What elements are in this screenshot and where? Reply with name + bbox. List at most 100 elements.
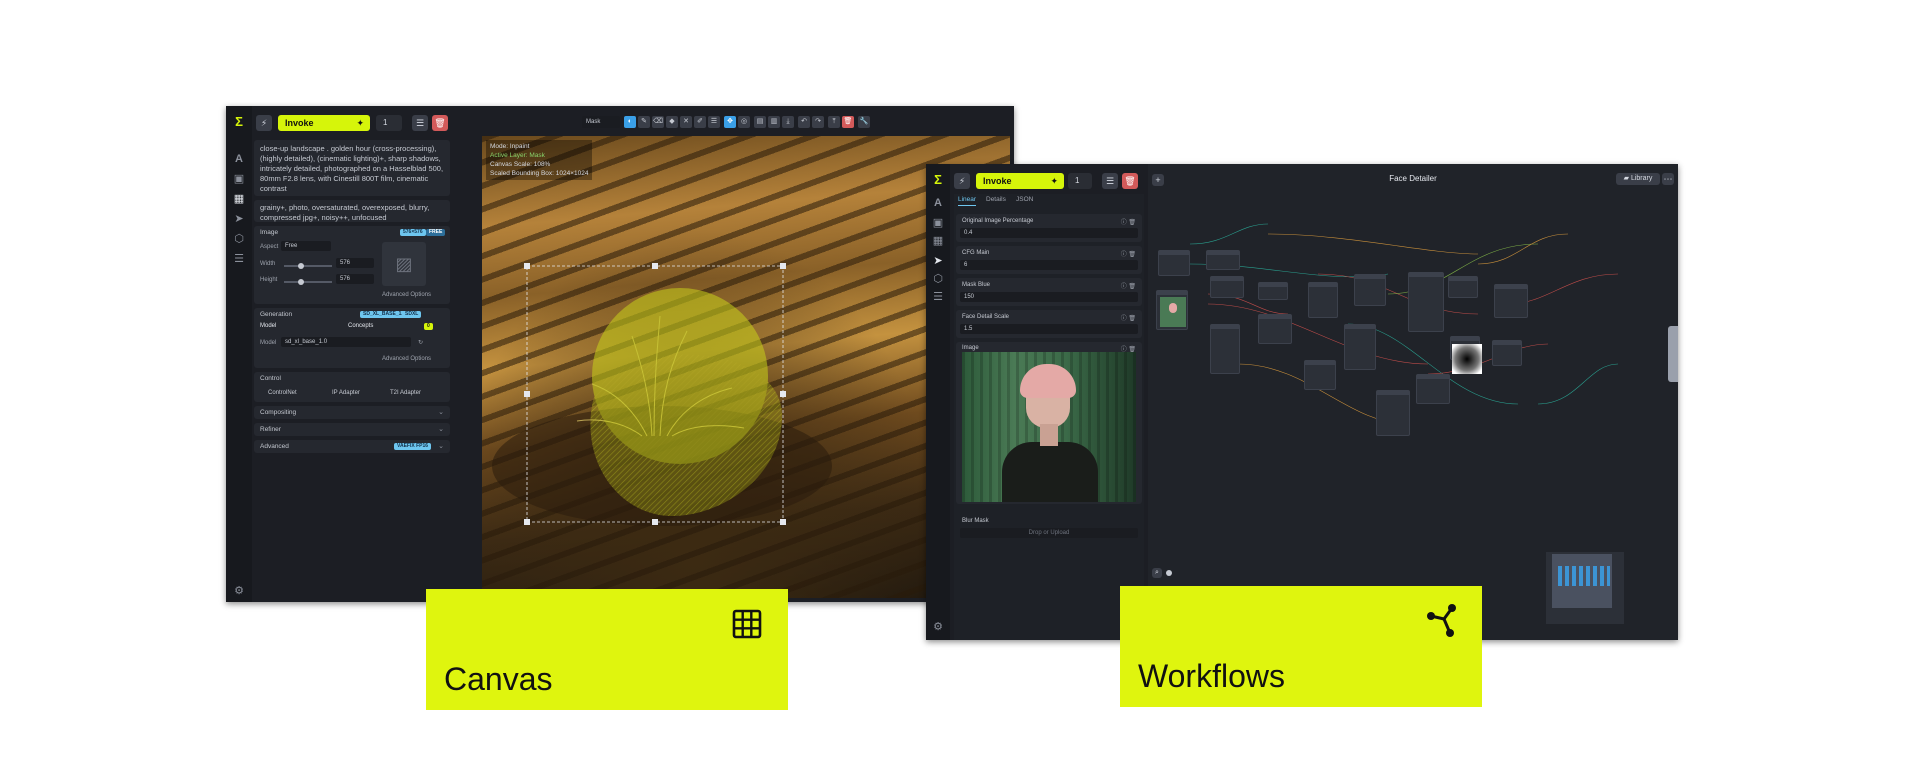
- field-input[interactable]: 0.4: [960, 228, 1138, 238]
- portrait-image[interactable]: [962, 352, 1136, 502]
- node[interactable]: [1308, 282, 1338, 318]
- model-select[interactable]: sd_xl_base_1.0: [281, 337, 411, 347]
- save-icon[interactable]: ▥: [768, 116, 780, 128]
- queue-list-button[interactable]: ☰: [412, 115, 428, 131]
- mask-toggle-icon[interactable]: ◐: [624, 116, 636, 128]
- tab-details[interactable]: Details: [986, 196, 1006, 203]
- node[interactable]: [1258, 314, 1292, 344]
- node[interactable]: [1448, 276, 1478, 298]
- eraser-icon[interactable]: ⌫: [652, 116, 664, 128]
- clear-queue-button[interactable]: 🗑: [1122, 173, 1138, 189]
- aspect-select[interactable]: Free: [281, 241, 331, 251]
- node[interactable]: [1210, 324, 1240, 374]
- compositing-section[interactable]: Compositing ⌄: [254, 406, 450, 419]
- invoke-button[interactable]: Invoke ✦: [976, 173, 1064, 189]
- upload-icon[interactable]: ⤒: [828, 116, 840, 128]
- undo-icon[interactable]: ↶: [798, 116, 810, 128]
- settings-gear-icon[interactable]: ⚙: [232, 584, 246, 598]
- reset-view-icon[interactable]: ◎: [738, 116, 750, 128]
- clear-queue-button[interactable]: 🗑: [432, 115, 448, 131]
- field-input[interactable]: 1.5: [960, 324, 1138, 334]
- settings-gear-icon[interactable]: ⚙: [931, 620, 945, 634]
- info-trash-icons[interactable]: ⓘ 🗑: [1121, 249, 1136, 258]
- download-icon[interactable]: ⤓: [782, 116, 794, 128]
- more-options-button[interactable]: ⋯: [1662, 173, 1674, 185]
- models-cube-icon[interactable]: ⬡: [931, 272, 945, 286]
- text-to-image-icon[interactable]: A: [232, 152, 246, 166]
- iterations-input[interactable]: 1: [1068, 173, 1092, 189]
- node[interactable]: [1416, 374, 1450, 404]
- info-trash-icons[interactable]: ⓘ 🗑: [1121, 217, 1136, 226]
- canvas-grid-icon[interactable]: ▦: [232, 192, 246, 206]
- controlnet-button[interactable]: ControlNet: [268, 390, 297, 396]
- queue-list-button[interactable]: ☰: [1102, 173, 1118, 189]
- height-slider[interactable]: [284, 279, 332, 285]
- height-input[interactable]: 576: [336, 274, 374, 284]
- lightning-button[interactable]: ⚡: [954, 173, 970, 189]
- clear-mask-icon[interactable]: ✕: [680, 116, 692, 128]
- minimap[interactable]: [1546, 552, 1624, 624]
- width-input[interactable]: 576: [336, 258, 374, 268]
- info-trash-icons[interactable]: ⓘ 🗑: [1121, 281, 1136, 290]
- tab-json[interactable]: JSON: [1016, 196, 1033, 203]
- models-cube-icon[interactable]: ⬡: [232, 232, 246, 246]
- wrench-icon[interactable]: 🔧: [858, 116, 870, 128]
- node[interactable]: [1206, 250, 1240, 270]
- t2i-adapter-button[interactable]: T2I Adapter: [390, 390, 421, 396]
- workflows-icon[interactable]: ➤: [931, 254, 945, 268]
- tab-model[interactable]: Model: [260, 323, 276, 329]
- redo-icon[interactable]: ↷: [812, 116, 824, 128]
- tab-concepts[interactable]: Concepts: [348, 323, 373, 329]
- zoom-button[interactable]: ⌕: [1152, 568, 1162, 578]
- text-to-image-icon[interactable]: A: [931, 196, 945, 210]
- workflows-icon[interactable]: ➤: [232, 212, 246, 226]
- node[interactable]: [1492, 340, 1522, 366]
- refresh-models-icon[interactable]: ↻: [418, 339, 423, 346]
- delete-icon[interactable]: 🗑: [842, 116, 854, 128]
- refiner-section[interactable]: Refiner ⌄: [254, 423, 450, 436]
- lightning-button[interactable]: ⚡: [256, 115, 272, 131]
- info-trash-icons[interactable]: ⓘ 🗑: [1121, 313, 1136, 322]
- field-input[interactable]: 150: [960, 292, 1138, 302]
- image-node[interactable]: [1156, 290, 1188, 330]
- invoke-button[interactable]: Invoke ✦: [278, 115, 370, 131]
- node[interactable]: [1258, 282, 1288, 300]
- node[interactable]: [1376, 390, 1410, 436]
- node[interactable]: [1494, 284, 1528, 318]
- queue-list-icon[interactable]: ☰: [931, 290, 945, 304]
- drop-upload-zone[interactable]: Drop or Upload: [960, 528, 1138, 538]
- merge-icon[interactable]: ▤: [754, 116, 766, 128]
- positive-prompt-field[interactable]: close-up landscape . golden hour (cross-…: [254, 140, 450, 196]
- options-icon[interactable]: ☰: [708, 116, 720, 128]
- brush-icon[interactable]: ✎: [638, 116, 650, 128]
- tab-linear[interactable]: Linear: [958, 196, 977, 206]
- negative-prompt-field[interactable]: grainy+, photo, oversaturated, overexpos…: [254, 200, 450, 222]
- width-slider[interactable]: [284, 263, 332, 269]
- fill-icon[interactable]: ◆: [666, 116, 678, 128]
- ip-adapter-button[interactable]: IP Adapter: [332, 390, 360, 396]
- node[interactable]: [1158, 250, 1190, 276]
- advanced-section[interactable]: Advanced VAEFIX FP16 ⌄: [254, 440, 450, 453]
- color-picker-icon[interactable]: ✐: [694, 116, 706, 128]
- canvas-tag[interactable]: Canvas: [426, 589, 788, 710]
- workflows-tag[interactable]: Workflows: [1120, 586, 1482, 707]
- iterations-input[interactable]: 1: [376, 115, 402, 131]
- node[interactable]: [1408, 272, 1444, 332]
- node[interactable]: [1304, 360, 1336, 390]
- generation-advanced-options[interactable]: Advanced Options: [382, 356, 431, 362]
- mask-layer-select[interactable]: Mask: [582, 116, 620, 128]
- width-slider-knob[interactable]: [298, 263, 304, 269]
- move-icon[interactable]: ✥: [724, 116, 736, 128]
- height-slider-knob[interactable]: [298, 279, 304, 285]
- node[interactable]: [1354, 274, 1386, 306]
- right-panel-handle[interactable]: [1668, 326, 1678, 382]
- node-editor[interactable]: + Face Detailer ▰ Library ⋯ ⌕: [1148, 164, 1678, 640]
- image-to-image-icon[interactable]: ▣: [232, 172, 246, 186]
- queue-list-icon[interactable]: ☰: [232, 252, 246, 266]
- canvas-grid-icon[interactable]: ▦: [931, 234, 945, 248]
- zoom-slider-knob[interactable]: [1166, 570, 1172, 576]
- node[interactable]: [1210, 276, 1244, 298]
- image-advanced-options[interactable]: Advanced Options: [382, 292, 431, 298]
- mask-preview-node[interactable]: [1452, 344, 1482, 374]
- field-input[interactable]: 6: [960, 260, 1138, 270]
